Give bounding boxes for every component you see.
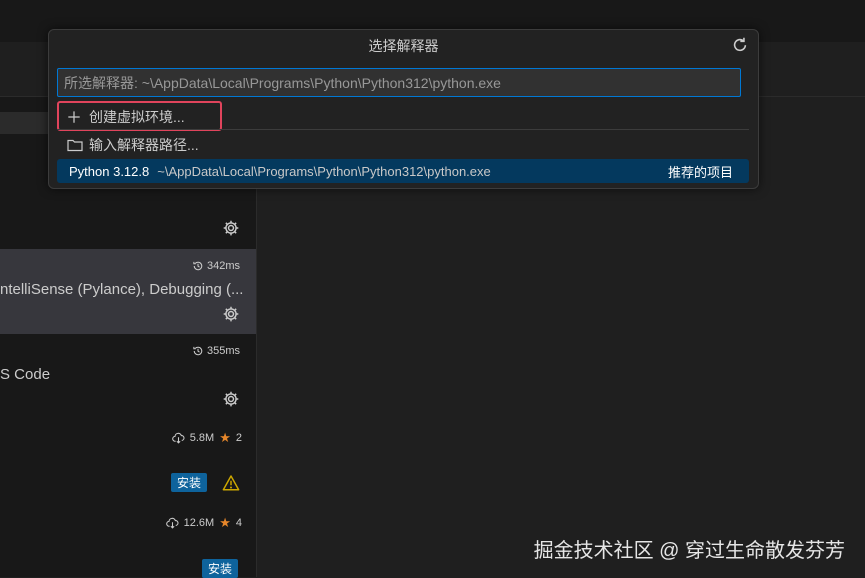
interpreter-option-python-3-12-8[interactable]: Python 3.12.8 ~\AppData\Local\Programs\P… — [57, 159, 749, 183]
recommended-badge: 推荐的项目 — [667, 164, 733, 180]
interpreter-path: ~\AppData\Local\Programs\Python\Python31… — [157, 163, 491, 179]
install-button[interactable]: 安装 — [201, 559, 238, 578]
cloud-download-icon — [171, 432, 185, 444]
history-icon — [193, 346, 203, 356]
extension-item[interactable]: 342ms ntelliSense (Pylance), Debugging (… — [0, 249, 256, 334]
star-icon: ★ — [219, 430, 231, 445]
activation-time: 355ms — [192, 345, 240, 357]
enter-interpreter-path-option[interactable]: 输入解释器路径... — [57, 133, 749, 157]
interpreter-search-input[interactable] — [57, 68, 741, 97]
history-icon — [193, 261, 203, 271]
watermark: 掘金技术社区 @ 穿过生命散发芬芳 — [533, 540, 845, 562]
star-icon: ★ — [219, 515, 231, 530]
warning-icon[interactable] — [222, 474, 240, 492]
install-button[interactable]: 安装 — [170, 473, 207, 492]
folder-icon — [67, 139, 83, 152]
extension-description: ntelliSense (Pylance), Debugging (... — [0, 281, 244, 298]
cloud-download-icon — [165, 517, 179, 529]
gear-icon[interactable] — [222, 219, 240, 237]
activation-time: 342ms — [192, 260, 240, 272]
enter-interpreter-path-label: 输入解释器路径... — [89, 137, 199, 153]
quick-pick-title: 选择解释器 — [368, 38, 439, 54]
extension-item[interactable]: 5.8M ★ 2 安装 — [0, 419, 256, 504]
refresh-icon[interactable] — [731, 36, 749, 54]
extension-description: S Code — [0, 366, 51, 383]
gear-icon[interactable] — [222, 305, 240, 323]
interpreter-name: Python 3.12.8 — [69, 163, 150, 179]
select-interpreter-quick-pick: 选择解释器 创建虚拟环境... 输入解释器路径... Python 3.12.8… — [48, 29, 759, 189]
extension-stats: 5.8M ★ 2 — [171, 430, 242, 446]
gear-icon[interactable] — [222, 390, 240, 408]
extension-stats: 12.6M ★ 4 — [165, 515, 242, 531]
create-virtual-env-option[interactable]: 创建虚拟环境... — [57, 105, 749, 129]
plus-icon — [68, 111, 80, 123]
extension-item[interactable]: 12.6M ★ 4 安装 — [0, 504, 256, 578]
create-virtual-env-label: 创建虚拟环境... — [89, 109, 185, 125]
extension-item[interactable]: 355ms S Code — [0, 334, 256, 419]
separator — [57, 129, 749, 130]
